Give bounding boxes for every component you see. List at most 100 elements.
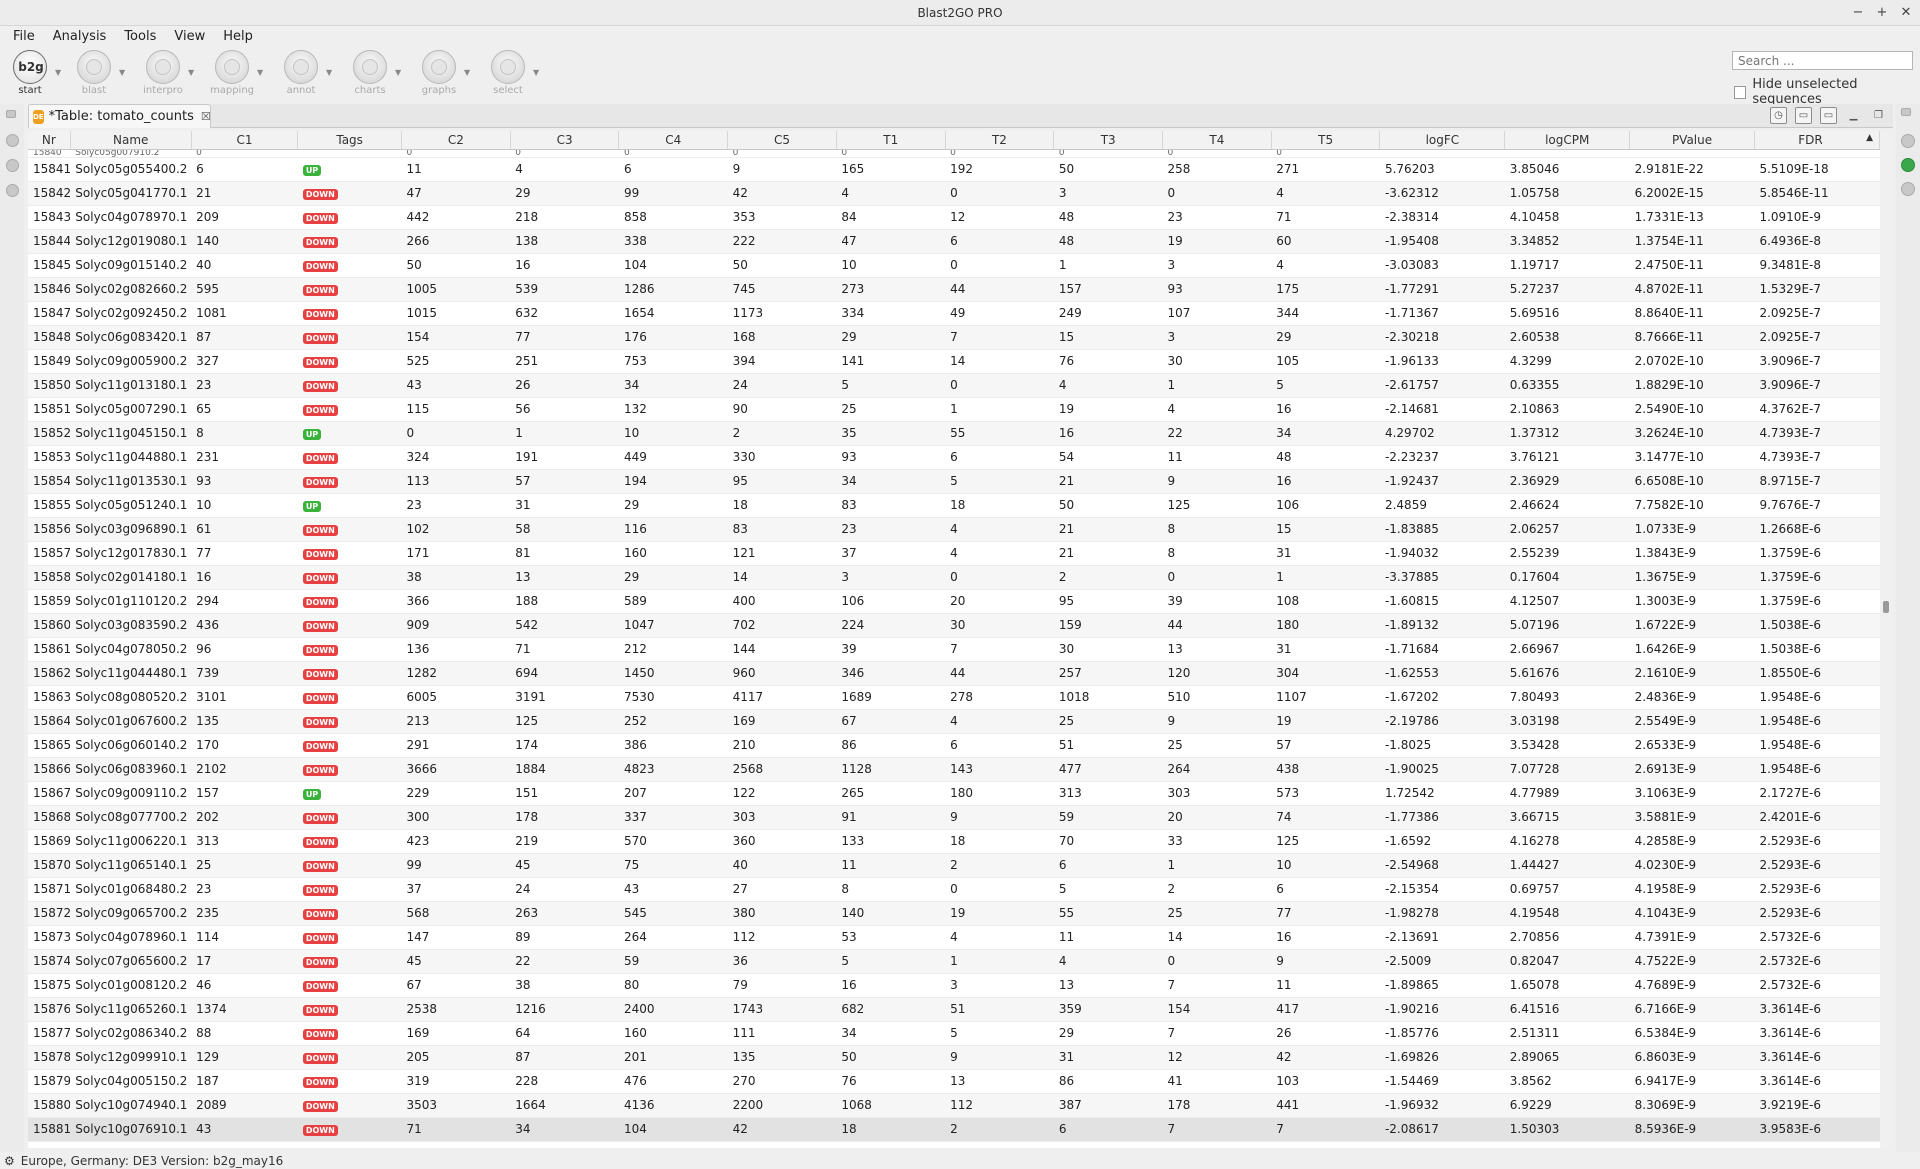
vertical-scrollbar[interactable]: [1880, 131, 1892, 1148]
select-tool-button[interactable]: select ▼: [478, 50, 539, 98]
table-row[interactable]: 15871 Solyc01g068480.2 23 DOWN 37 24 43 27 8 0 5 2 6…: [28, 877, 1880, 902]
maximize-icon[interactable]: +: [1874, 3, 1890, 21]
table-row[interactable]: 15843 Solyc04g078970.1 209 DOWN 442 218 858 353…: [28, 205, 1880, 230]
menu-tools[interactable]: Tools: [115, 26, 165, 48]
hide-unselected-checkbox[interactable]: [1734, 85, 1747, 99]
table-row[interactable]: 15850 Solyc11g013180.1 23 DOWN 43 26 34 24 5 0 4 1 5…: [28, 373, 1880, 398]
table-row[interactable]: 15862 Solyc11g044480.1 739 DOWN 1282 694 1450 9…: [28, 661, 1880, 686]
table-row[interactable]: 15877 Solyc02g086340.2 88 DOWN 169 64 160 111 34…: [28, 1021, 1880, 1046]
clock-icon[interactable]: ◷: [1770, 107, 1787, 124]
menu-analysis[interactable]: Analysis: [44, 26, 116, 48]
table-row[interactable]: 15878 Solyc12g099910.1 129 DOWN 205 87 201 135 5…: [28, 1045, 1880, 1070]
column-header-pvalue[interactable]: PValue: [1629, 131, 1755, 150]
panel-icon[interactable]: [6, 134, 19, 147]
close-tab-icon[interactable]: ☒: [201, 110, 211, 123]
chevron-down-icon[interactable]: ▼: [395, 68, 401, 77]
table-row[interactable]: 15873 Solyc04g078960.1 114 DOWN 147 89 264 112 5…: [28, 925, 1880, 950]
column-header-tags[interactable]: Tags: [297, 131, 402, 150]
column-header-t3[interactable]: T3: [1053, 131, 1164, 150]
table-row[interactable]: 15863 Solyc08g080520.2 3101 DOWN 6005 3191 753…: [28, 685, 1880, 710]
menu-help[interactable]: Help: [214, 26, 262, 48]
panel-icon[interactable]: [1901, 134, 1915, 148]
table-row[interactable]: 15864 Solyc01g067600.2 135 DOWN 213 125 252 169…: [28, 709, 1880, 734]
menu-view[interactable]: View: [165, 26, 214, 48]
table-row[interactable]: 15851 Solyc05g007290.1 65 DOWN 115 56 132 90 25 1…: [28, 397, 1880, 422]
column-header-t2[interactable]: T2: [945, 131, 1055, 150]
column-header-t5[interactable]: T5: [1271, 131, 1381, 150]
save-icon[interactable]: ▭: [1795, 107, 1812, 124]
panel-icon[interactable]: [1901, 182, 1915, 196]
chevron-down-icon[interactable]: ▼: [326, 68, 332, 77]
table-row[interactable]: 15869 Solyc11g006220.1 313 DOWN 423 219 570 360…: [28, 829, 1880, 854]
table-row[interactable]: 15845 Solyc09g015140.2 40 DOWN 50 16 104 50 10 0 1…: [28, 253, 1880, 278]
table-row[interactable]: 15846 Solyc02g082660.2 595 DOWN 1005 539 1286 7…: [28, 277, 1880, 302]
column-header-logfc[interactable]: logFC: [1379, 131, 1506, 150]
table-row[interactable]: 15876 Solyc11g065260.1 1374 DOWN 2538 1216 240…: [28, 997, 1880, 1022]
table-row[interactable]: 15880 Solyc10g074940.1 2089 DOWN 3503 1664 413…: [28, 1093, 1880, 1118]
scrollbar-thumb[interactable]: [1883, 601, 1889, 613]
graphs-tool-button[interactable]: graphs ▼: [409, 50, 470, 98]
search-input[interactable]: [1732, 51, 1913, 70]
table-row[interactable]: 15881 Solyc10g076910.1 43 DOWN 71 34 104 42 18 2 6…: [28, 1117, 1880, 1142]
tab-tomato-counts[interactable]: DE *Table: tomato_counts ☒: [28, 104, 211, 128]
restore-icon[interactable]: [6, 110, 16, 118]
table-row[interactable]: 15852 Solyc11g045150.1 8 UP 0 1 10 2 35 55 16 22 34 4…: [28, 421, 1880, 446]
table-row[interactable]: 15847 Solyc02g092450.2 1081 DOWN 1015 632 1654…: [28, 301, 1880, 326]
table-row[interactable]: 15875 Solyc01g008120.2 46 DOWN 67 38 80 79 16 3 13…: [28, 973, 1880, 998]
table-row[interactable]: 15858 Solyc02g014180.1 16 DOWN 38 13 29 14 3 0 2 0 1…: [28, 565, 1880, 590]
table-row[interactable]: 15866 Solyc06g083960.1 2102 DOWN 3666 1884 482…: [28, 757, 1880, 782]
maximize-view-icon[interactable]: ❐: [1870, 107, 1887, 124]
table-row[interactable]: 15865 Solyc06g060140.2 170 DOWN 291 174 386 210…: [28, 733, 1880, 758]
table-row[interactable]: 15855 Solyc05g051240.1 10 UP 23 31 29 18 83 18 50 1…: [28, 493, 1880, 518]
column-header-fdr[interactable]: ▲ FDR: [1754, 131, 1880, 150]
blast-tool-button[interactable]: blast ▼: [64, 50, 125, 98]
table-row[interactable]: 15848 Solyc06g083420.1 87 DOWN 154 77 176 168 29…: [28, 325, 1880, 350]
column-header-c1[interactable]: C1: [191, 131, 299, 150]
column-header-c5[interactable]: C5: [727, 131, 837, 150]
panel-icon[interactable]: [6, 159, 19, 172]
table-row[interactable]: 15861 Solyc04g078050.2 96 DOWN 136 71 212 144 39…: [28, 637, 1880, 662]
panel-icon[interactable]: [6, 184, 19, 197]
start-tool-button[interactable]: b2g start ▼: [0, 50, 61, 98]
table-row[interactable]: 15857 Solyc12g017830.1 77 DOWN 171 81 160 121 37…: [28, 541, 1880, 566]
table-row[interactable]: 15842 Solyc05g041770.1 21 DOWN 47 29 99 42 4 0 3 0 4…: [28, 181, 1880, 206]
table-row[interactable]: 15856 Solyc03g096890.1 61 DOWN 102 58 116 83 23 4…: [28, 517, 1880, 542]
minimize-view-icon[interactable]: ▁: [1845, 107, 1862, 124]
hide-unselected-toggle[interactable]: Hide unselected sequences: [1734, 77, 1920, 107]
table-row[interactable]: 15860 Solyc03g083590.2 436 DOWN 909 542 1047 70…: [28, 613, 1880, 638]
table-row[interactable]: 15840 Solyc05g007910.2 0 0 0 0 0 0 0 0 0 0: [28, 149, 1880, 158]
table-row[interactable]: 15844 Solyc12g019080.1 140 DOWN 266 138 338 222…: [28, 229, 1880, 254]
minimize-icon[interactable]: −: [1850, 3, 1866, 21]
status-icon[interactable]: [1901, 158, 1915, 172]
save-as-icon[interactable]: ▭: [1820, 107, 1837, 124]
chevron-down-icon[interactable]: ▼: [188, 68, 194, 77]
chevron-down-icon[interactable]: ▼: [533, 68, 539, 77]
table-row[interactable]: 15859 Solyc01g110120.2 294 DOWN 366 188 589 400…: [28, 589, 1880, 614]
column-header-logcpm[interactable]: logCPM: [1504, 131, 1631, 150]
table-row[interactable]: 15872 Solyc09g065700.2 235 DOWN 568 263 545 380…: [28, 901, 1880, 926]
restore-icon[interactable]: [1901, 108, 1911, 116]
table-row[interactable]: 15841 Solyc05g055400.2 6 UP 11 4 6 9 165 192 50 258…: [28, 157, 1880, 182]
table-row[interactable]: 15849 Solyc09g005900.2 327 DOWN 525 251 753 394…: [28, 349, 1880, 374]
table-row[interactable]: 15870 Solyc11g065140.1 25 DOWN 99 45 75 40 11 2 6 1…: [28, 853, 1880, 878]
column-header-nr[interactable]: Nr: [28, 131, 71, 150]
close-icon[interactable]: ✕: [1898, 3, 1914, 21]
table-row[interactable]: 15854 Solyc11g013530.1 93 DOWN 113 57 194 95 34 5…: [28, 469, 1880, 494]
column-header-name[interactable]: Name: [70, 131, 192, 150]
column-header-c3[interactable]: C3: [510, 131, 620, 150]
column-header-t1[interactable]: T1: [836, 131, 946, 150]
chevron-down-icon[interactable]: ▼: [55, 68, 61, 77]
chevron-down-icon[interactable]: ▼: [464, 68, 470, 77]
table-row[interactable]: 15868 Solyc08g077700.2 202 DOWN 300 178 337 303…: [28, 805, 1880, 830]
table-row[interactable]: 15853 Solyc11g044880.1 231 DOWN 324 191 449 330…: [28, 445, 1880, 470]
column-header-t4[interactable]: T4: [1162, 131, 1272, 150]
settings-icon[interactable]: ⚙: [4, 1154, 15, 1168]
annot-tool-button[interactable]: annot ▼: [271, 50, 332, 98]
column-header-c2[interactable]: C2: [401, 131, 511, 150]
column-header-c4[interactable]: C4: [618, 131, 729, 150]
menu-file[interactable]: File: [4, 26, 44, 48]
charts-tool-button[interactable]: charts ▼: [340, 50, 401, 98]
chevron-down-icon[interactable]: ▼: [119, 68, 125, 77]
chevron-down-icon[interactable]: ▼: [257, 68, 263, 77]
interpro-tool-button[interactable]: interpro ▼: [133, 50, 194, 98]
